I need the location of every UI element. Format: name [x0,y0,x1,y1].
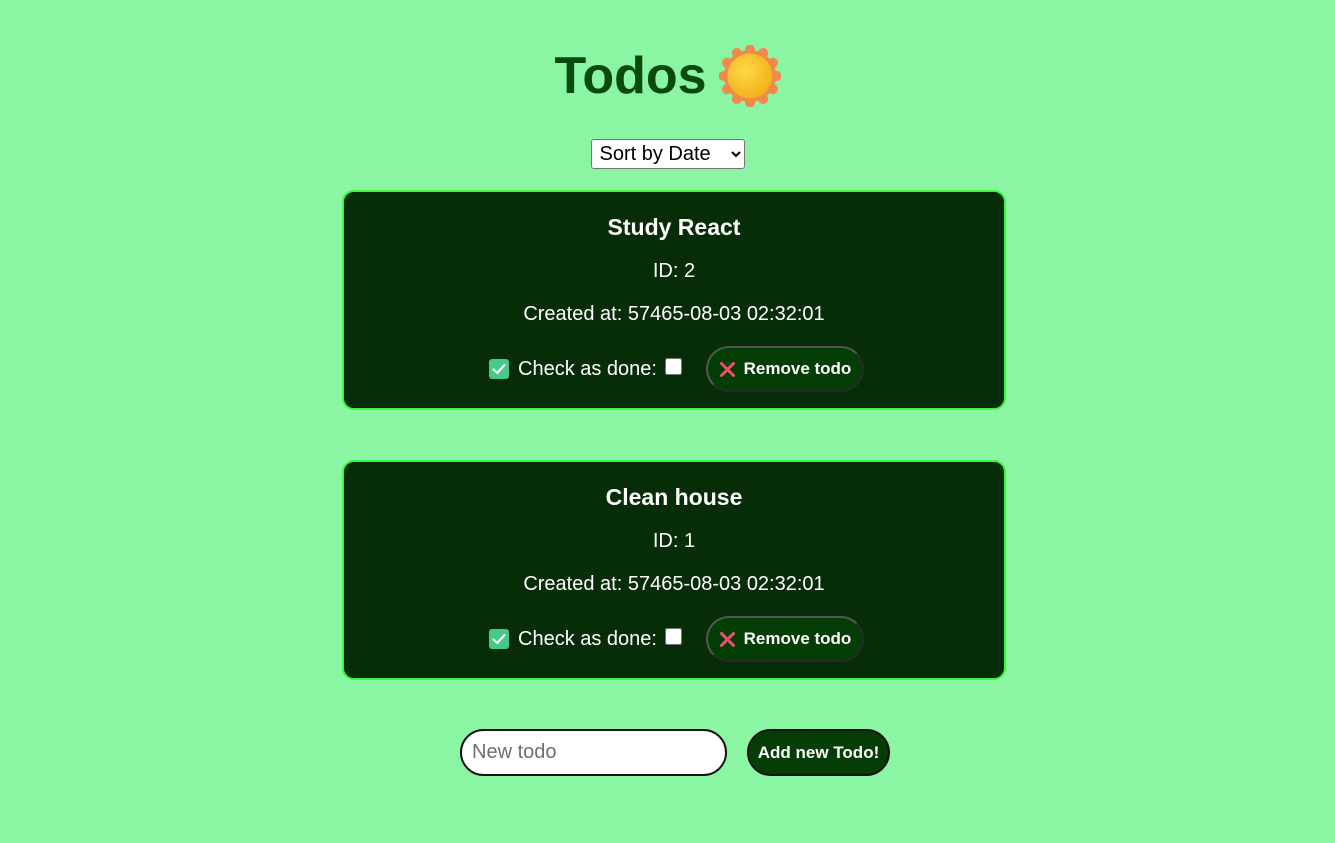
sun-icon [718,45,781,107]
remove-todo-label: Remove todo [743,359,852,378]
todo-created-at: Created at: 57465-08-03 02:32:01 [344,573,1004,596]
todo-app: Todos Sort by Date Study React ID: 2 Cre… [0,0,1335,843]
todo-actions: Check as done: Remove todo [489,346,864,392]
check-as-done-label: Check as done: [518,357,657,380]
remove-todo-button[interactable]: Remove todo [705,346,864,392]
check-mark-icon [489,629,509,649]
add-todo-button[interactable]: Add new Todo! [747,729,890,776]
todo-title: Study React [607,214,741,240]
remove-todo-label: Remove todo [743,629,852,648]
todo-card: Clean house ID: 1 Created at: 57465-08-03… [342,460,1006,680]
done-checkbox[interactable] [664,357,682,375]
close-icon [719,361,735,377]
page-title: Todos [554,47,707,105]
sort-select[interactable]: Sort by Date [590,139,745,169]
check-as-done-label: Check as done: [518,627,657,650]
check-mark-icon [489,359,509,379]
todo-card: Study React ID: 2 Created at: 57465-08-03… [342,190,1006,410]
todo-actions: Check as done: Remove todo [489,616,864,662]
created-at-label: Created at: [523,573,623,595]
created-at-value: 57465-08-03 02:32:01 [627,573,825,595]
close-icon [719,631,735,647]
sort-container: Sort by Date [0,139,1335,169]
todo-id: ID: 1 [652,530,696,552]
todo-title: Clean house [605,484,743,510]
created-at-value: 57465-08-03 02:32:01 [627,303,825,325]
done-checkbox[interactable] [664,627,682,645]
header: Todos [0,42,1335,110]
todo-id: ID: 2 [652,260,696,282]
new-todo-input[interactable] [460,729,727,776]
todo-created-at: Created at: 57465-08-03 02:32:01 [344,303,1004,326]
created-at-label: Created at: [523,303,623,325]
remove-todo-button[interactable]: Remove todo [705,616,864,662]
new-todo-form: Add new Todo! [460,729,890,776]
